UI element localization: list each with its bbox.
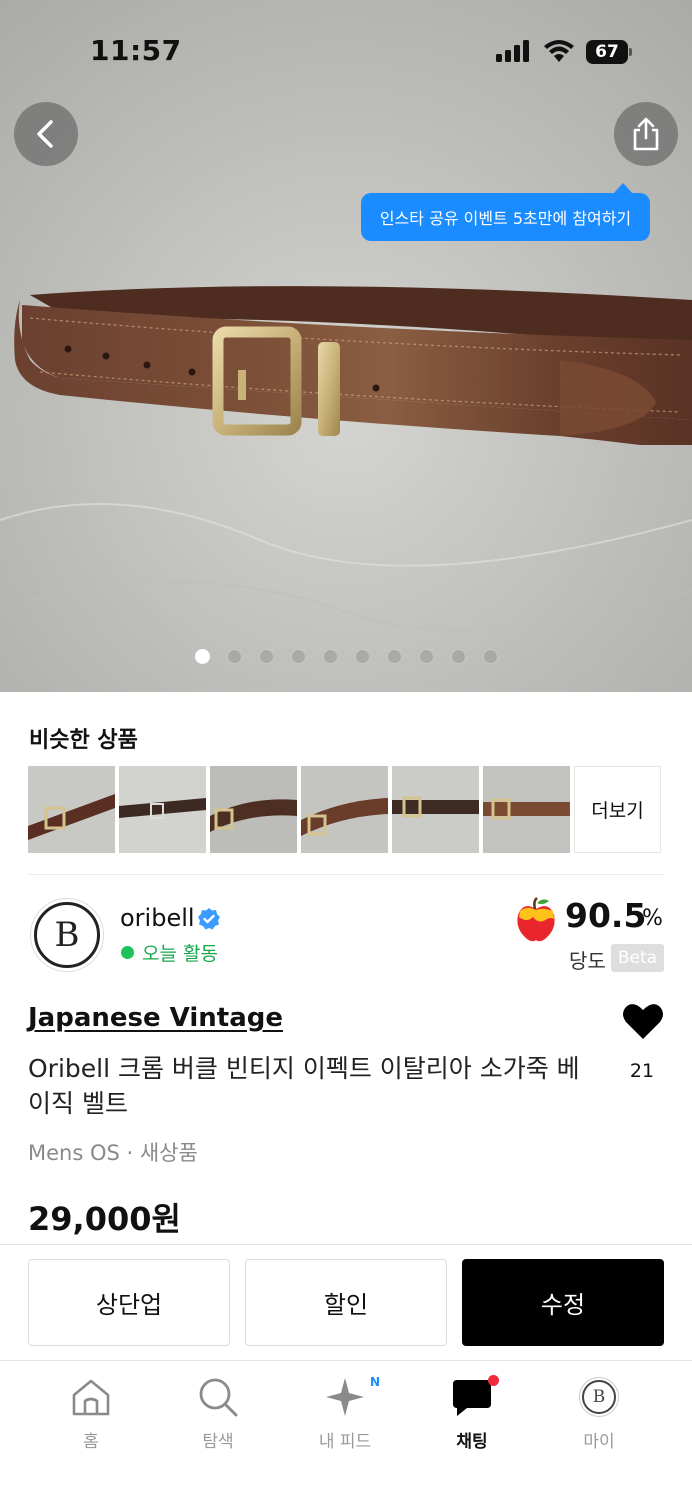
seller-avatar[interactable]: B [30,898,104,972]
similar-products-list: 더보기 [28,766,661,853]
similar-more-button[interactable]: 더보기 [574,766,661,853]
sweetness-score-unit: % [642,906,663,931]
battery-icon: 67 [586,40,632,64]
tab-feed-label: 내 피드 [318,1432,372,1452]
chat-unread-dot [488,1375,499,1386]
more-label: 더보기 [591,800,644,822]
belt-photo [0,0,692,692]
divider [0,1244,692,1245]
status-bar: 11:57 67 [0,0,692,100]
sweetness-score: 90.5 [565,896,647,935]
similar-product-thumb[interactable] [301,766,388,853]
tab-search-label: 탐색 [202,1432,234,1452]
tab-feed[interactable]: N 내 피드 [285,1373,405,1452]
seller-name[interactable]: oribell [120,904,195,932]
edit-button[interactable]: 수정 [462,1259,664,1346]
online-status-dot [121,946,134,959]
similar-product-thumb[interactable] [119,766,206,853]
carousel-dot[interactable] [195,649,210,664]
battery-level: 67 [595,42,619,62]
status-time: 11:57 [90,34,182,67]
share-icon [633,117,659,151]
product-brand-link[interactable]: Japanese Vintage [28,1003,283,1033]
chat-bubble-icon [453,1380,491,1416]
tab-chat[interactable]: 채팅 [412,1373,532,1452]
cellular-signal-icon [496,40,529,62]
tooltip-text: 인스타 공유 이벤트 5초만에 참여하기 [379,209,632,228]
carousel-dot[interactable] [419,649,434,664]
home-icon [72,1379,110,1416]
apple-score-icon [517,897,555,942]
divider [28,874,664,875]
tab-home-label: 홈 [83,1432,99,1452]
like-count: 21 [629,1060,655,1082]
similar-product-thumb[interactable] [210,766,297,853]
seller-activity: 오늘 활동 [142,943,218,965]
product-meta: Mens OS · 새상품 [28,1141,198,1165]
tab-home[interactable]: 홈 [31,1373,151,1452]
bump-button[interactable]: 상단업 [28,1259,230,1346]
share-button[interactable] [614,102,678,166]
feed-new-badge: N [369,1375,380,1389]
carousel-dot[interactable] [227,649,242,664]
product-title: Oribell 크롬 버클 빈티지 이펙트 이탈리아 소가죽 베이직 벨트 [28,1054,580,1118]
similar-products-title: 비슷한 상품 [29,728,138,753]
tab-my-label: 마이 [583,1432,615,1452]
back-button[interactable] [14,102,78,166]
carousel-dot[interactable] [355,649,370,664]
instagram-event-tooltip[interactable]: 인스타 공유 이벤트 5초만에 참여하기 [361,183,650,241]
carousel-dot[interactable] [291,649,306,664]
carousel-dot[interactable] [451,649,466,664]
discount-button[interactable]: 할인 [245,1259,447,1346]
carousel-dot[interactable] [483,649,498,664]
avatar-monogram: B [54,915,80,955]
sweetness-label: 당도 [569,949,606,973]
product-price: 29,000원 [28,1200,181,1238]
heart-icon[interactable] [622,1002,664,1040]
my-avatar: B [579,1377,619,1417]
carousel-pagination [195,649,498,664]
beta-badge: Beta [611,944,664,972]
seller-actions: 상단업 할인 수정 [28,1259,664,1346]
tab-search[interactable]: 탐색 [158,1373,278,1452]
similar-product-thumb[interactable] [28,766,115,853]
wifi-icon [544,40,574,62]
sparkle-icon [326,1378,364,1416]
verified-badge-icon [198,908,220,930]
product-image-carousel[interactable]: 11:57 67 인스타 공유 이벤트 5초만에 참여하기 [0,0,692,692]
carousel-dot[interactable] [387,649,402,664]
tab-my[interactable]: B 마이 [539,1373,659,1452]
similar-product-thumb[interactable] [392,766,479,853]
chevron-left-icon [37,120,53,148]
tab-chat-label: 채팅 [456,1432,488,1452]
my-avatar-monogram: B [592,1387,606,1407]
carousel-dot[interactable] [323,649,338,664]
bottom-tab-bar: 홈 탐색 N 내 피드 채팅 B 마이 [0,1361,692,1500]
carousel-dot[interactable] [259,649,274,664]
search-icon [199,1378,238,1417]
similar-product-thumb[interactable] [483,766,570,853]
